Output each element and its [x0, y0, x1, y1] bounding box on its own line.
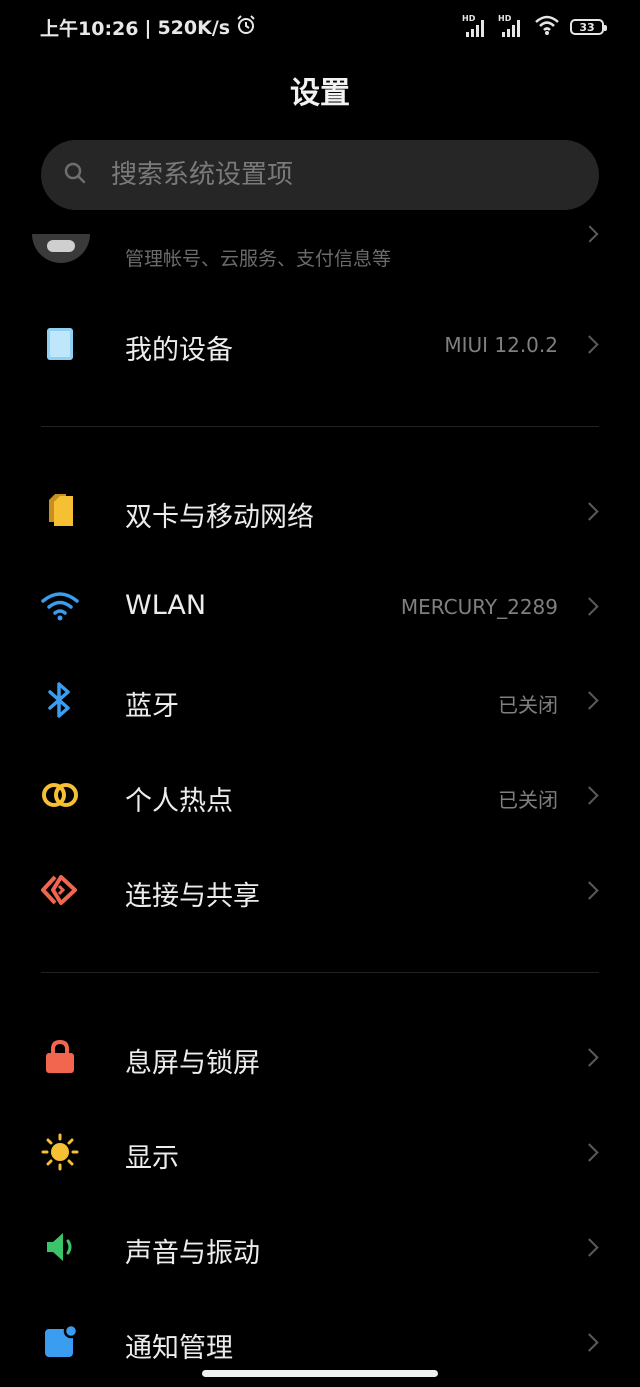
- settings-item-hotspot[interactable]: 个人热点 已关闭: [0, 748, 640, 842]
- settings-item-display[interactable]: 显示: [0, 1105, 640, 1199]
- lock-icon: [40, 1037, 80, 1077]
- settings-item-label: 通知管理: [125, 1333, 233, 1364]
- settings-item-label: WLAN: [125, 590, 207, 621]
- status-left: 上午10:26 | 520K/s: [40, 14, 256, 41]
- avatar: [32, 234, 90, 263]
- home-indicator[interactable]: [202, 1370, 438, 1377]
- settings-item-sound[interactable]: 声音与振动: [0, 1200, 640, 1294]
- network-speed: 520K/s: [157, 16, 231, 39]
- settings-item-wlan[interactable]: WLAN MERCURY_2289: [0, 559, 640, 653]
- settings-item-value: MIUI 12.0.2: [444, 333, 558, 357]
- settings-item-bluetooth[interactable]: 蓝牙 已关闭: [0, 653, 640, 747]
- section-divider: [41, 426, 599, 427]
- account-row[interactable]: 管理帐号、云服务、支付信息等: [0, 214, 640, 284]
- wifi-icon: [40, 586, 80, 626]
- search-bar[interactable]: [41, 140, 599, 210]
- settings-item-value: 已关闭: [498, 693, 558, 717]
- status-right: HD HD 33: [462, 14, 607, 40]
- settings-item-label: 连接与共享: [125, 881, 260, 912]
- chevron-right-icon: [580, 502, 599, 521]
- status-bar: 上午10:26 | 520K/s HD HD 33: [0, 0, 640, 56]
- search-icon: [63, 161, 87, 189]
- settings-item-label: 显示: [125, 1143, 179, 1174]
- chevron-right-icon: [580, 597, 599, 616]
- search-input[interactable]: [109, 159, 553, 191]
- hotspot-icon: [40, 775, 80, 815]
- settings-item-connection-sharing[interactable]: 连接与共享: [0, 843, 640, 937]
- battery-icon: 33: [570, 19, 607, 35]
- settings-item-label: 个人热点: [125, 786, 233, 817]
- speaker-icon: [40, 1227, 80, 1267]
- settings-item-label: 我的设备: [125, 335, 233, 366]
- account-subtitle: 管理帐号、云服务、支付信息等: [125, 248, 392, 270]
- chevron-right-icon: [580, 1238, 599, 1257]
- connection-share-icon: [40, 870, 80, 910]
- settings-screen: 上午10:26 | 520K/s HD HD 33 设置 搜索系统设置项 管理帐…: [0, 0, 640, 1387]
- signal-1-icon: HD: [462, 14, 488, 38]
- page-title: 设置: [290, 76, 350, 111]
- signal-2-icon: HD: [498, 14, 524, 38]
- alarm-icon: [236, 15, 256, 40]
- settings-item-label: 双卡与移动网络: [125, 502, 314, 533]
- chevron-right-icon: [580, 1048, 599, 1067]
- device-icon: [40, 324, 80, 364]
- status-time: 上午10:26: [40, 18, 139, 40]
- chevron-right-icon: [580, 335, 599, 354]
- notification-icon: [40, 1322, 80, 1362]
- status-separator: |: [144, 16, 152, 39]
- settings-item-lock-screen[interactable]: 息屏与锁屏: [0, 1010, 640, 1104]
- chevron-right-icon: [580, 786, 599, 805]
- settings-item-my-device[interactable]: 我的设备 MIUI 12.0.2: [0, 297, 640, 391]
- bluetooth-icon: [40, 680, 80, 720]
- settings-item-value: 已关闭: [498, 788, 558, 812]
- chevron-right-icon: [580, 881, 599, 900]
- chevron-right-icon: [581, 225, 599, 243]
- battery-level: 33: [579, 20, 595, 34]
- chevron-right-icon: [580, 691, 599, 710]
- settings-item-label: 息屏与锁屏: [125, 1048, 260, 1079]
- section-divider: [41, 972, 599, 973]
- chevron-right-icon: [580, 1143, 599, 1162]
- settings-item-label: 声音与振动: [125, 1238, 260, 1269]
- sim-card-icon: [40, 491, 80, 531]
- wifi-status-icon: [534, 14, 560, 40]
- brightness-icon: [40, 1132, 80, 1172]
- settings-item-dual-sim[interactable]: 双卡与移动网络: [0, 464, 640, 558]
- settings-item-value: MERCURY_2289: [400, 595, 558, 619]
- settings-item-label: 蓝牙: [125, 691, 179, 722]
- chevron-right-icon: [580, 1333, 599, 1352]
